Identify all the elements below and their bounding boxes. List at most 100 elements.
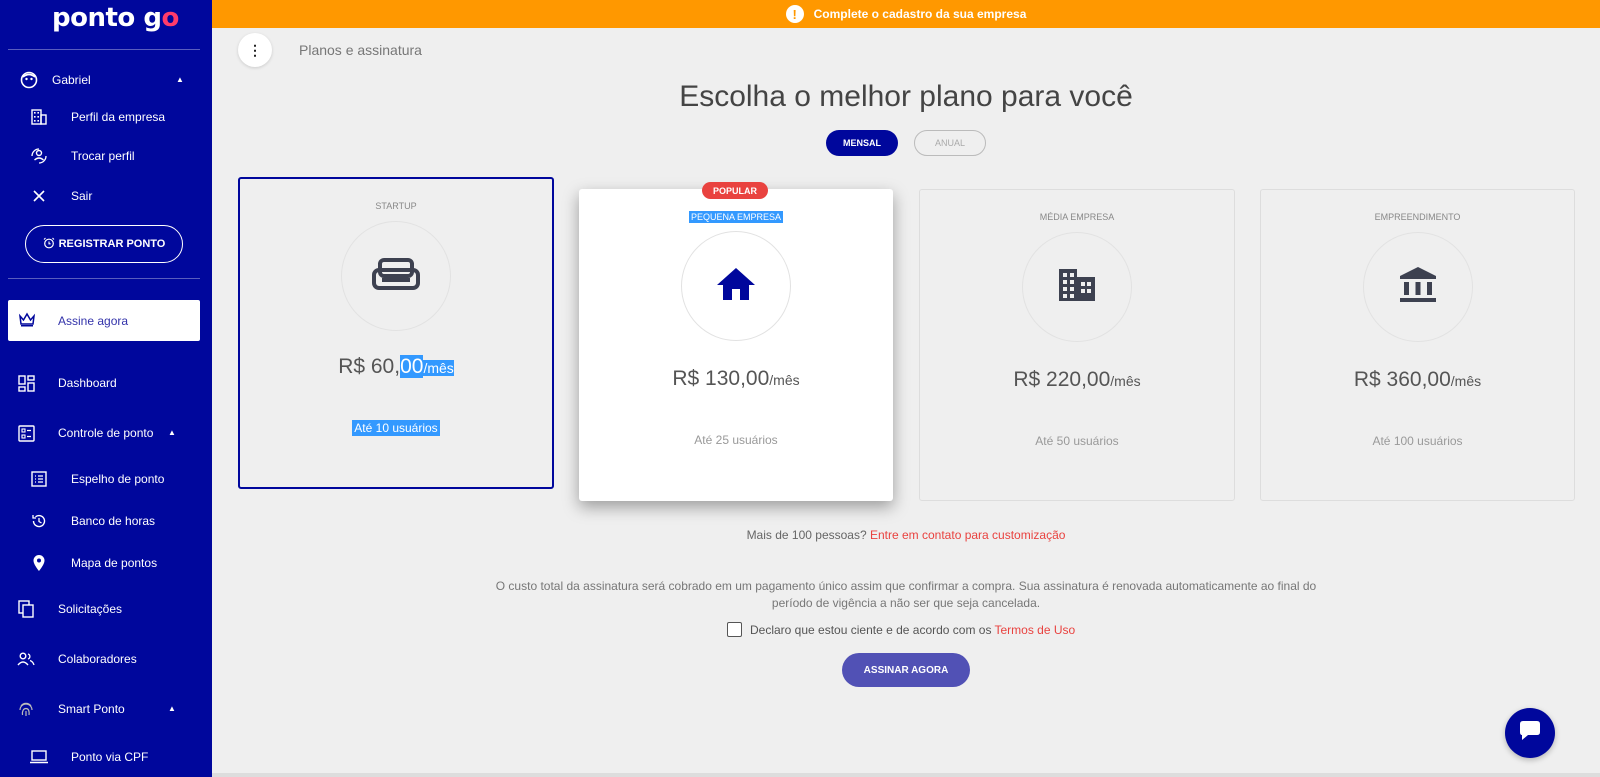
sidebar-item-label: Smart Ponto: [58, 702, 125, 716]
price-period: /mês: [423, 360, 454, 376]
sidebar-item-label: Dashboard: [58, 376, 117, 390]
register-punch-label: REGISTRAR PONTO: [58, 238, 166, 250]
chevron-up-icon: ▲: [168, 704, 176, 713]
sidebar-item-label: Assine agora: [58, 313, 129, 328]
timesheet-icon: [15, 422, 37, 444]
home-icon: [715, 266, 757, 307]
custom-contact-line: Mais de 100 pessoas? Entre em contato pa…: [212, 528, 1600, 542]
price-main: R$ 220,00: [1013, 368, 1111, 391]
plan-price: R$ 60,00/mês: [240, 355, 552, 379]
billing-yearly-toggle[interactable]: ANUAL: [914, 130, 986, 156]
price-period: /mês: [1110, 373, 1141, 389]
copy-icon: [15, 598, 37, 620]
chat-button[interactable]: [1505, 708, 1555, 758]
sidebar-item-requests[interactable]: Solicitações: [15, 598, 205, 620]
sidebar-divider: [8, 278, 200, 279]
plan-name: MÉDIA EMPRESA: [1039, 212, 1115, 222]
sidebar-item-label: Solicitações: [58, 602, 123, 616]
sidebar-item-time-control[interactable]: Controle de ponto ▲: [15, 422, 205, 444]
sidebar-item-cpf-punch[interactable]: Ponto via CPF: [28, 746, 208, 768]
plan-users: Até 100 usuários: [1372, 434, 1463, 448]
plan-card-media-empresa[interactable]: MÉDIA EMPRESA R$ 220,00/mês Até 50 usuár…: [919, 189, 1235, 501]
crown-icon: [18, 312, 36, 333]
sidebar-item-subscribe-now[interactable]: Assine agora: [8, 300, 200, 341]
price-main: R$ 360,00: [1353, 368, 1451, 391]
list-icon: [28, 468, 50, 490]
exclamation-icon: !: [785, 5, 804, 23]
plan-name-text: PEQUENA EMPRESA: [688, 211, 784, 223]
plan-price: R$ 220,00/mês: [920, 368, 1234, 392]
horizontal-scrollbar[interactable]: [212, 773, 1600, 777]
plan-users: Até 50 usuários: [1035, 434, 1119, 448]
price-period: /mês: [769, 372, 800, 388]
logo[interactable]: ponto go: [52, 3, 179, 33]
subscribe-now-button[interactable]: ASSINAR AGORA: [842, 653, 970, 687]
chat-icon: [1517, 719, 1543, 748]
price-main: R$ 130,00: [672, 367, 770, 390]
terms-checkbox[interactable]: [727, 622, 742, 637]
plan-icon-circle: [681, 231, 791, 341]
terms-link[interactable]: Termos de Uso: [994, 623, 1075, 637]
register-punch-button[interactable]: REGISTRAR PONTO: [25, 225, 183, 263]
sidebar-item-punch-map[interactable]: Mapa de pontos: [28, 552, 208, 574]
close-icon: [28, 185, 50, 207]
plan-icon-circle: [1022, 232, 1132, 342]
more-vertical-icon[interactable]: ⋮: [238, 33, 272, 67]
plan-icon-circle: [341, 221, 451, 331]
plan-price: R$ 360,00/mês: [1261, 368, 1574, 392]
contact-link[interactable]: Entre em contato para customização: [870, 528, 1065, 542]
sidebar-item-logout[interactable]: Sair: [28, 185, 198, 207]
plan-card-empreendimento[interactable]: EMPREENDIMENTO R$ 360,00/mês Até 100 usu…: [1260, 189, 1575, 501]
sidebar-item-hours-bank[interactable]: Banco de horas: [28, 510, 208, 532]
switch-profile-icon: [28, 145, 50, 167]
sidebar-item-label: Mapa de pontos: [71, 556, 158, 570]
plan-users-text: Até 10 usuários: [352, 420, 440, 436]
sidebar: ponto go Gabriel ▲ Perfil da empresa Tro…: [0, 0, 212, 777]
sidebar-item-dashboard[interactable]: Dashboard: [15, 372, 205, 394]
dashboard-icon: [15, 372, 37, 394]
plan-users: Até 10 usuários: [240, 420, 552, 436]
plan-users: Até 25 usuários: [694, 433, 778, 447]
bank-icon: [1398, 266, 1438, 309]
sidebar-item-switch-profile[interactable]: Trocar perfil: [28, 145, 198, 167]
sidebar-item-label: Colaboradores: [58, 652, 137, 666]
billing-monthly-toggle[interactable]: MENSAL: [826, 130, 898, 156]
sidebar-item-label: Espelho de ponto: [71, 472, 165, 486]
contact-prefix: Mais de 100 pessoas?: [746, 528, 867, 542]
sidebar-item-timesheet-mirror[interactable]: Espelho de ponto: [28, 468, 208, 490]
fingerprint-icon: [15, 698, 37, 720]
plan-price: R$ 130,00/mês: [579, 367, 893, 391]
terms-text: Declaro que estou ciente e de acordo com…: [750, 622, 992, 637]
plan-card-startup[interactable]: STARTUP R$ 60,00/mês Até 10 usuários: [238, 177, 554, 489]
price-period: /mês: [1450, 373, 1482, 389]
people-icon: [15, 648, 37, 670]
plan-card-pequena-empresa[interactable]: PEQUENA EMPRESA R$ 130,00/mês Até 25 usu…: [579, 189, 893, 501]
plan-name: EMPREENDIMENTO: [1374, 212, 1461, 222]
history-icon: [28, 510, 50, 532]
incomplete-profile-banner[interactable]: ! Complete o cadastro da sua empresa: [212, 0, 1600, 28]
page-title: Escolha o melhor plano para você: [679, 80, 1133, 113]
sidebar-item-label: Sair: [71, 189, 93, 203]
map-pin-icon: [28, 552, 50, 574]
sidebar-item-label: Banco de horas: [71, 514, 156, 528]
sofa-icon: [372, 256, 420, 297]
popular-badge: POPULAR: [702, 182, 768, 199]
price-main: R$ 60,: [338, 355, 401, 378]
plan-name: PEQUENA EMPRESA: [579, 211, 893, 223]
sidebar-item-label: Controle de ponto: [58, 426, 154, 440]
billing-note: O custo total da assinatura será cobrado…: [495, 579, 1317, 610]
plan-icon-circle: [1362, 232, 1473, 342]
price-cents: 00: [400, 355, 424, 378]
logo-accent: o: [161, 3, 179, 33]
sidebar-item-employees[interactable]: Colaboradores: [15, 648, 205, 670]
sidebar-item-smart-ponto[interactable]: Smart Ponto ▲: [15, 698, 205, 720]
alarm-clock-icon: [43, 237, 59, 252]
laptop-icon: [28, 746, 50, 768]
terms-agreement: Declaro que estou ciente e de acordo com…: [727, 622, 1075, 637]
breadcrumb: Planos e assinatura: [299, 42, 422, 58]
chevron-up-icon: ▲: [168, 428, 176, 437]
building-icon: [1057, 267, 1097, 308]
logo-text: ponto g: [52, 3, 162, 33]
sidebar-item-label: Trocar perfil: [71, 149, 135, 163]
plan-name: STARTUP: [375, 201, 417, 211]
